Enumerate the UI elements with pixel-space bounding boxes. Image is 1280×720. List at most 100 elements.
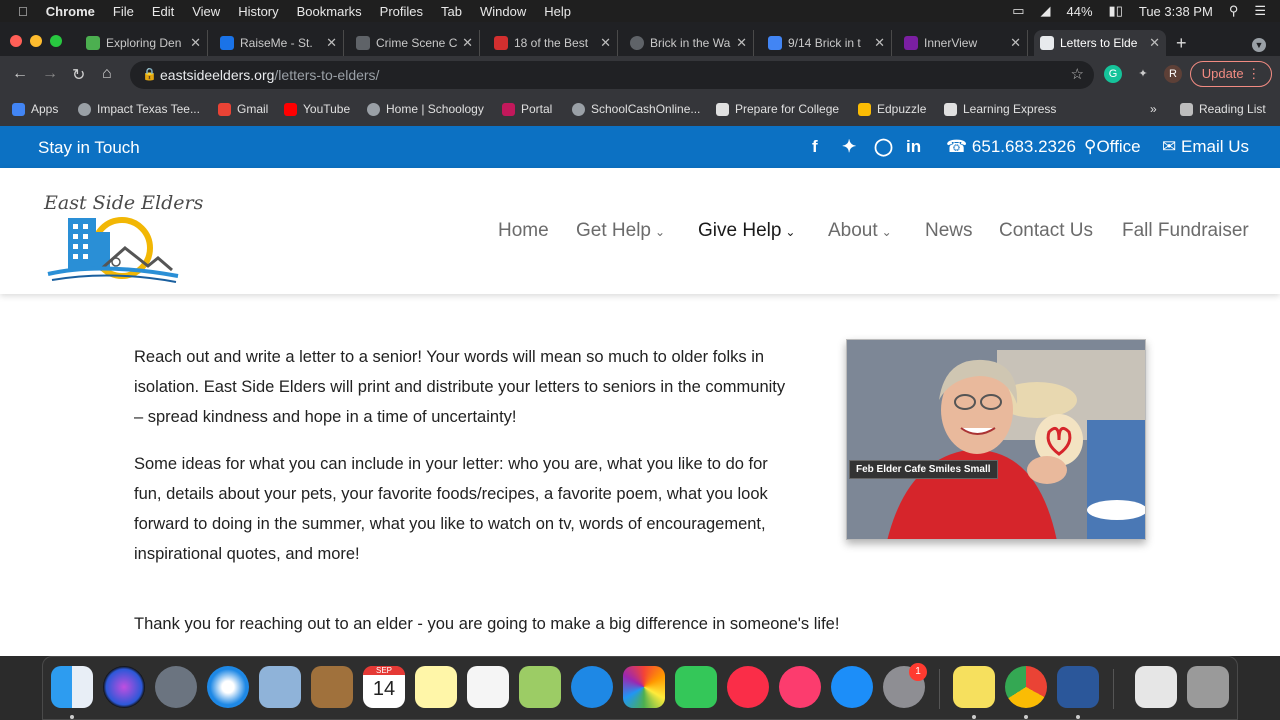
lock-icon[interactable]: 🔒 — [142, 67, 157, 81]
reading-list-button[interactable]: Reading List — [1180, 102, 1266, 116]
close-tab-icon[interactable]: ✕ — [736, 35, 747, 51]
photos-icon[interactable] — [623, 666, 665, 708]
nav-give-help[interactable]: Give Help ⌄ — [698, 220, 795, 242]
bookmark-edpuzzle[interactable]: Edpuzzle — [858, 102, 926, 116]
reminders-icon[interactable] — [467, 666, 509, 708]
office-link[interactable]: ⚲Office — [1084, 137, 1141, 157]
word-icon[interactable] — [1057, 666, 1099, 708]
airplay-icon[interactable]: ▭ — [1012, 3, 1024, 19]
bookmark-label: Portal — [521, 102, 553, 116]
messages-icon[interactable] — [571, 666, 613, 708]
close-tab-icon[interactable]: ✕ — [874, 35, 885, 51]
tab-favicon — [1040, 36, 1054, 50]
nav-fall-fundraiser[interactable]: Fall Fundraiser — [1122, 220, 1249, 242]
back-icon[interactable]: ← — [12, 65, 28, 83]
linkedin-icon[interactable]: in — [906, 137, 921, 157]
menu-view[interactable]: View — [192, 4, 220, 19]
bookmark-prepare-college[interactable]: Prepare for College — [716, 102, 839, 116]
instagram-icon[interactable]: ◯ — [874, 137, 893, 157]
finder-icon[interactable] — [51, 666, 93, 708]
close-tab-icon[interactable]: ✕ — [600, 35, 611, 51]
browser-tab[interactable]: 9/14 Brick in t ✕ — [762, 30, 892, 56]
clock[interactable]: Tue 3:38 PM — [1139, 4, 1213, 19]
launchpad-icon[interactable] — [155, 666, 197, 708]
browser-tab[interactable]: InnerView ✕ — [898, 30, 1028, 56]
browser-tab[interactable]: Crime Scene C ✕ — [350, 30, 480, 56]
menu-history[interactable]: History — [238, 4, 278, 19]
facebook-icon[interactable]: f — [812, 137, 818, 157]
email-link[interactable]: ✉ Email Us — [1162, 137, 1249, 157]
browser-tab[interactable]: RaiseMe - St. ✕ — [214, 30, 344, 56]
tab-search-button[interactable]: ▼ — [1252, 38, 1266, 52]
bookmark-gmail[interactable]: Gmail — [218, 102, 268, 116]
minimize-window-button[interactable] — [30, 35, 42, 47]
site-logo[interactable]: East Side Elders — [40, 178, 203, 283]
contacts-icon[interactable] — [311, 666, 353, 708]
menu-window[interactable]: Window — [480, 4, 526, 19]
music-icon[interactable] — [779, 666, 821, 708]
bookmarks-overflow-button[interactable]: » — [1150, 102, 1157, 116]
bookmark-learning-express[interactable]: Learning Express — [944, 102, 1056, 116]
reload-icon[interactable]: ↻ — [72, 65, 85, 85]
menu-help[interactable]: Help — [544, 4, 571, 19]
twitter-icon[interactable]: ✦ — [842, 137, 856, 157]
nav-news[interactable]: News — [925, 220, 973, 242]
browser-tab-active[interactable]: Letters to Elde ✕ — [1034, 30, 1166, 56]
bookmark-schoology[interactable]: Home | Schoology — [367, 102, 484, 116]
news-icon[interactable] — [727, 666, 769, 708]
notes-icon[interactable] — [415, 666, 457, 708]
maps-icon[interactable] — [519, 666, 561, 708]
extensions-puzzle-icon[interactable]: ✦ — [1134, 65, 1152, 83]
battery-icon[interactable]: ▮▯ — [1109, 3, 1123, 19]
bookmark-apps[interactable]: Apps — [12, 102, 58, 116]
bookmark-youtube[interactable]: YouTube — [284, 102, 350, 116]
zoom-window-button[interactable] — [50, 35, 62, 47]
update-button[interactable]: Update ⋮ — [1190, 61, 1272, 87]
nav-get-help[interactable]: Get Help ⌄ — [576, 220, 665, 242]
calendar-icon[interactable]: SEP 14 — [363, 666, 405, 708]
document-icon[interactable] — [1135, 666, 1177, 708]
new-tab-button[interactable]: + — [1176, 33, 1187, 54]
apple-icon[interactable]:  — [18, 4, 28, 19]
close-tab-icon[interactable]: ✕ — [1010, 35, 1021, 51]
stickies-icon[interactable] — [953, 666, 995, 708]
app-store-icon[interactable] — [831, 666, 873, 708]
close-tab-icon[interactable]: ✕ — [326, 35, 337, 51]
menu-tab[interactable]: Tab — [441, 4, 462, 19]
menu-file[interactable]: File — [113, 4, 134, 19]
spotlight-search-icon[interactable]: ⚲ — [1229, 3, 1239, 19]
close-tab-icon[interactable]: ✕ — [462, 35, 473, 51]
chrome-icon[interactable] — [1005, 666, 1047, 708]
wifi-icon[interactable]: ◢ — [1041, 3, 1051, 19]
home-icon[interactable]: ⌂ — [102, 65, 112, 83]
nav-contact-us[interactable]: Contact Us — [999, 220, 1093, 242]
close-window-button[interactable] — [10, 35, 22, 47]
phone-link[interactable]: ☎ 651.683.2326 — [946, 137, 1076, 157]
close-tab-icon[interactable]: ✕ — [190, 35, 201, 51]
mail-stamp-icon[interactable] — [259, 666, 301, 708]
control-center-icon[interactable]: ☰ — [1254, 3, 1266, 19]
siri-icon[interactable] — [103, 666, 145, 708]
nav-home[interactable]: Home — [498, 220, 549, 242]
forward-icon[interactable]: → — [42, 65, 58, 83]
bookmark-star-icon[interactable]: ☆ — [1071, 65, 1084, 83]
grammarly-extension-icon[interactable]: G — [1104, 65, 1122, 83]
nav-about[interactable]: About ⌄ — [828, 220, 892, 242]
menu-edit[interactable]: Edit — [152, 4, 174, 19]
profile-avatar[interactable]: R — [1164, 65, 1182, 83]
close-tab-icon[interactable]: ✕ — [1149, 35, 1160, 51]
trash-icon[interactable] — [1187, 666, 1229, 708]
menu-app-name[interactable]: Chrome — [46, 4, 95, 19]
browser-tab[interactable]: 18 of the Best ✕ — [488, 30, 618, 56]
nav-label: News — [925, 220, 973, 241]
browser-tab[interactable]: Exploring Den ✕ — [80, 30, 208, 56]
bookmark-impact-texas[interactable]: Impact Texas Tee... — [78, 102, 200, 116]
safari-icon[interactable] — [207, 666, 249, 708]
menu-profiles[interactable]: Profiles — [380, 4, 423, 19]
facetime-icon[interactable] — [675, 666, 717, 708]
address-bar[interactable]: 🔒 eastsideelders.org/letters-to-elders/ … — [130, 61, 1094, 89]
bookmark-schoolcash[interactable]: SchoolCashOnline... — [572, 102, 700, 116]
bookmark-portal[interactable]: Portal — [502, 102, 552, 116]
browser-tab[interactable]: Brick in the Wa ✕ — [624, 30, 754, 56]
menu-bookmarks[interactable]: Bookmarks — [297, 4, 362, 19]
